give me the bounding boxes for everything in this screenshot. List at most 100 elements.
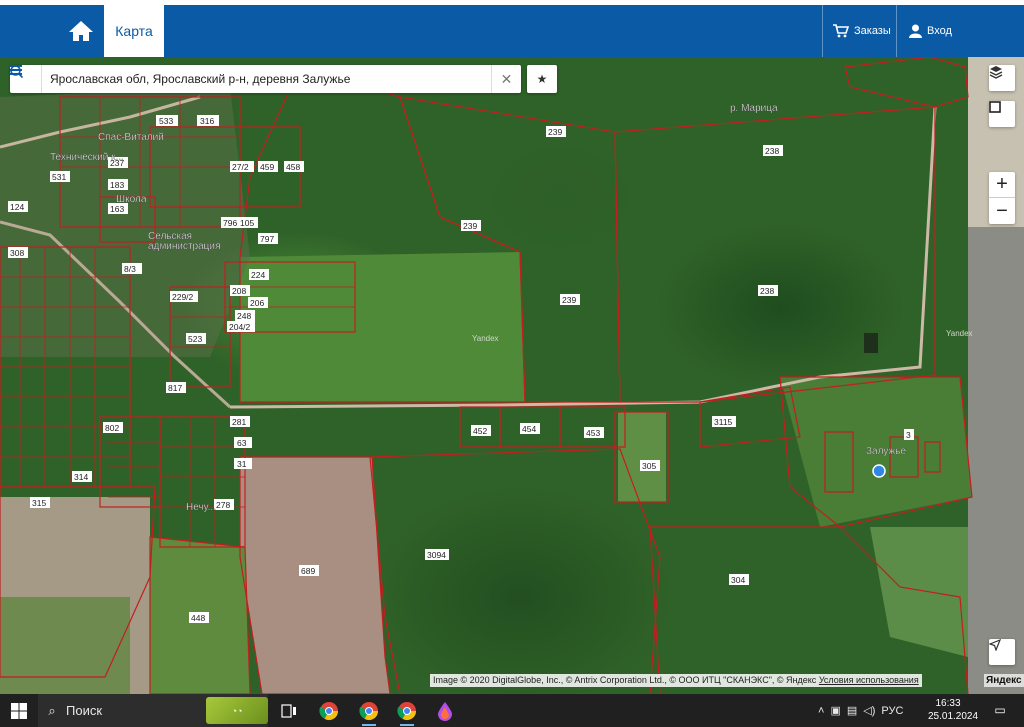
parcel-label[interactable]: 238	[763, 145, 783, 156]
parcel-label[interactable]: 797	[258, 233, 278, 244]
taskbar-app-drop[interactable]	[428, 697, 462, 724]
parcel-label[interactable]: 183	[108, 179, 128, 190]
parcel-label[interactable]: 802	[103, 422, 123, 433]
login-label: Вход	[927, 25, 952, 37]
layers-button[interactable]	[989, 65, 1015, 91]
location-marker[interactable]	[872, 464, 886, 478]
parcel-label[interactable]: 3115	[712, 416, 736, 427]
taskbar-search[interactable]: ⌕ Поиск ◔◔	[38, 694, 268, 727]
parcel-label[interactable]: 308	[8, 247, 28, 258]
parcel-label[interactable]: 452	[471, 425, 491, 436]
geolocation-button[interactable]	[989, 639, 1015, 665]
square-icon	[989, 101, 1001, 113]
favorites-button[interactable]: ★	[527, 65, 557, 93]
login-button[interactable]: Вход	[896, 5, 966, 57]
parcel-label[interactable]: 304	[729, 574, 749, 585]
map-view[interactable]: 533 316 237 531 183 163 27/2 459 458 124…	[0, 57, 1024, 694]
parcel-label[interactable]: 63	[234, 437, 252, 448]
plus-icon: +	[996, 173, 1008, 195]
svg-text:308: 308	[10, 248, 24, 258]
parcel-label[interactable]: 314	[72, 471, 92, 482]
parcel-label[interactable]: 281	[230, 416, 250, 427]
search-bar: Ярославская обл, Ярославский р-н, деревн…	[10, 65, 521, 93]
taskbar-chrome-profile-1[interactable]	[352, 697, 386, 726]
zoom-out-button[interactable]: −	[989, 198, 1015, 224]
parcel-label[interactable]: 208	[230, 285, 250, 296]
place-label: Спас-Виталий	[98, 132, 164, 143]
network-icon[interactable]: ▤	[847, 704, 857, 717]
parcel-label[interactable]: 533	[156, 115, 178, 126]
svg-text:3115: 3115	[714, 417, 733, 427]
taskbar-chrome-profile-2[interactable]	[390, 697, 424, 726]
start-button[interactable]	[0, 694, 38, 727]
svg-text:248: 248	[237, 311, 251, 321]
zoom-in-button[interactable]: +	[989, 172, 1015, 198]
parcel-label[interactable]: 523	[186, 333, 206, 344]
notifications-button[interactable]: ▭	[990, 701, 1010, 719]
parcel-label[interactable]: 278	[214, 499, 234, 510]
svg-text:124: 124	[10, 202, 24, 212]
parcel-label[interactable]: 817	[166, 382, 186, 393]
language-indicator[interactable]: РУС	[881, 705, 903, 717]
terms-link[interactable]: Условия использования	[819, 675, 919, 685]
svg-text:163: 163	[110, 204, 124, 214]
parcel-label[interactable]: 239	[560, 294, 580, 305]
parcel-label[interactable]: 459	[258, 161, 278, 172]
chevron-up-icon[interactable]: ˄	[818, 705, 824, 717]
camera-icon[interactable]: ▣	[830, 704, 840, 717]
parcel-label[interactable]: 3094	[425, 549, 449, 560]
parcel-label[interactable]: 453	[584, 427, 604, 438]
search-icon	[10, 65, 23, 78]
parcel-label[interactable]: 689	[299, 565, 319, 576]
parcel-label[interactable]: 448	[189, 612, 209, 623]
pond	[864, 333, 878, 353]
search-input[interactable]: Ярославская обл, Ярославский р-н, деревн…	[42, 72, 461, 86]
parcel-label[interactable]: 239	[461, 220, 481, 231]
svg-text:448: 448	[191, 613, 205, 623]
ruler-button[interactable]	[989, 101, 1015, 127]
parcel-label[interactable]: 458	[284, 161, 304, 172]
parcel-label[interactable]: 105	[238, 217, 258, 228]
task-view-button[interactable]	[272, 697, 306, 724]
parcel-label[interactable]: 224	[249, 269, 269, 280]
svg-text:183: 183	[110, 180, 124, 190]
minus-icon: −	[996, 199, 1008, 222]
orders-button[interactable]: Заказы	[822, 5, 894, 57]
volume-icon[interactable]: ◁)	[863, 704, 875, 717]
parcel-label[interactable]: 27/2	[230, 161, 254, 172]
svg-text:459: 459	[260, 162, 274, 172]
parcel-label[interactable]: 8/3	[122, 263, 142, 274]
place-label: администрация	[148, 241, 220, 252]
system-tray: ˄ ▣ ▤ ◁) РУС	[818, 694, 903, 727]
parcel-label[interactable]: 248	[235, 310, 255, 321]
parcel-label[interactable]: 124	[8, 201, 28, 212]
parcel-label[interactable]: 239	[546, 126, 566, 137]
satellite-map[interactable]: 533 316 237 531 183 163 27/2 459 458 124…	[0, 57, 1024, 694]
svg-text:278: 278	[216, 500, 230, 510]
parcel-label[interactable]: 229/2	[170, 291, 198, 302]
svg-text:229/2: 229/2	[172, 292, 194, 302]
clear-button[interactable]: ✕	[491, 65, 521, 93]
field-light	[240, 252, 525, 402]
svg-text:238: 238	[760, 286, 774, 296]
parcel-label[interactable]: 238	[758, 285, 778, 296]
parcel-label[interactable]: 206	[248, 297, 268, 308]
svg-text:315: 315	[32, 498, 46, 508]
parcel-label[interactable]: 531	[50, 171, 70, 182]
parcel-label[interactable]: 454	[520, 423, 540, 434]
parcel-label[interactable]: 3	[904, 429, 914, 440]
svg-text:533: 533	[159, 116, 173, 126]
home-button[interactable]	[58, 5, 104, 57]
tab-map[interactable]: Карта	[104, 5, 164, 57]
parcel-label[interactable]: 305	[640, 460, 660, 471]
parcel-label[interactable]: 31	[234, 458, 252, 469]
search-button[interactable]	[10, 65, 491, 93]
taskbar-chrome[interactable]	[312, 697, 346, 724]
river-label: р. Марица	[730, 103, 778, 114]
clock[interactable]: 16:33 25.01.2024	[928, 697, 978, 723]
svg-text:305: 305	[642, 461, 656, 471]
parcel-label[interactable]: 204/2	[227, 321, 255, 332]
search-highlight-image[interactable]: ◔◔	[206, 697, 268, 724]
parcel-label[interactable]: 316	[197, 115, 219, 126]
parcel-label[interactable]: 315	[30, 497, 50, 508]
